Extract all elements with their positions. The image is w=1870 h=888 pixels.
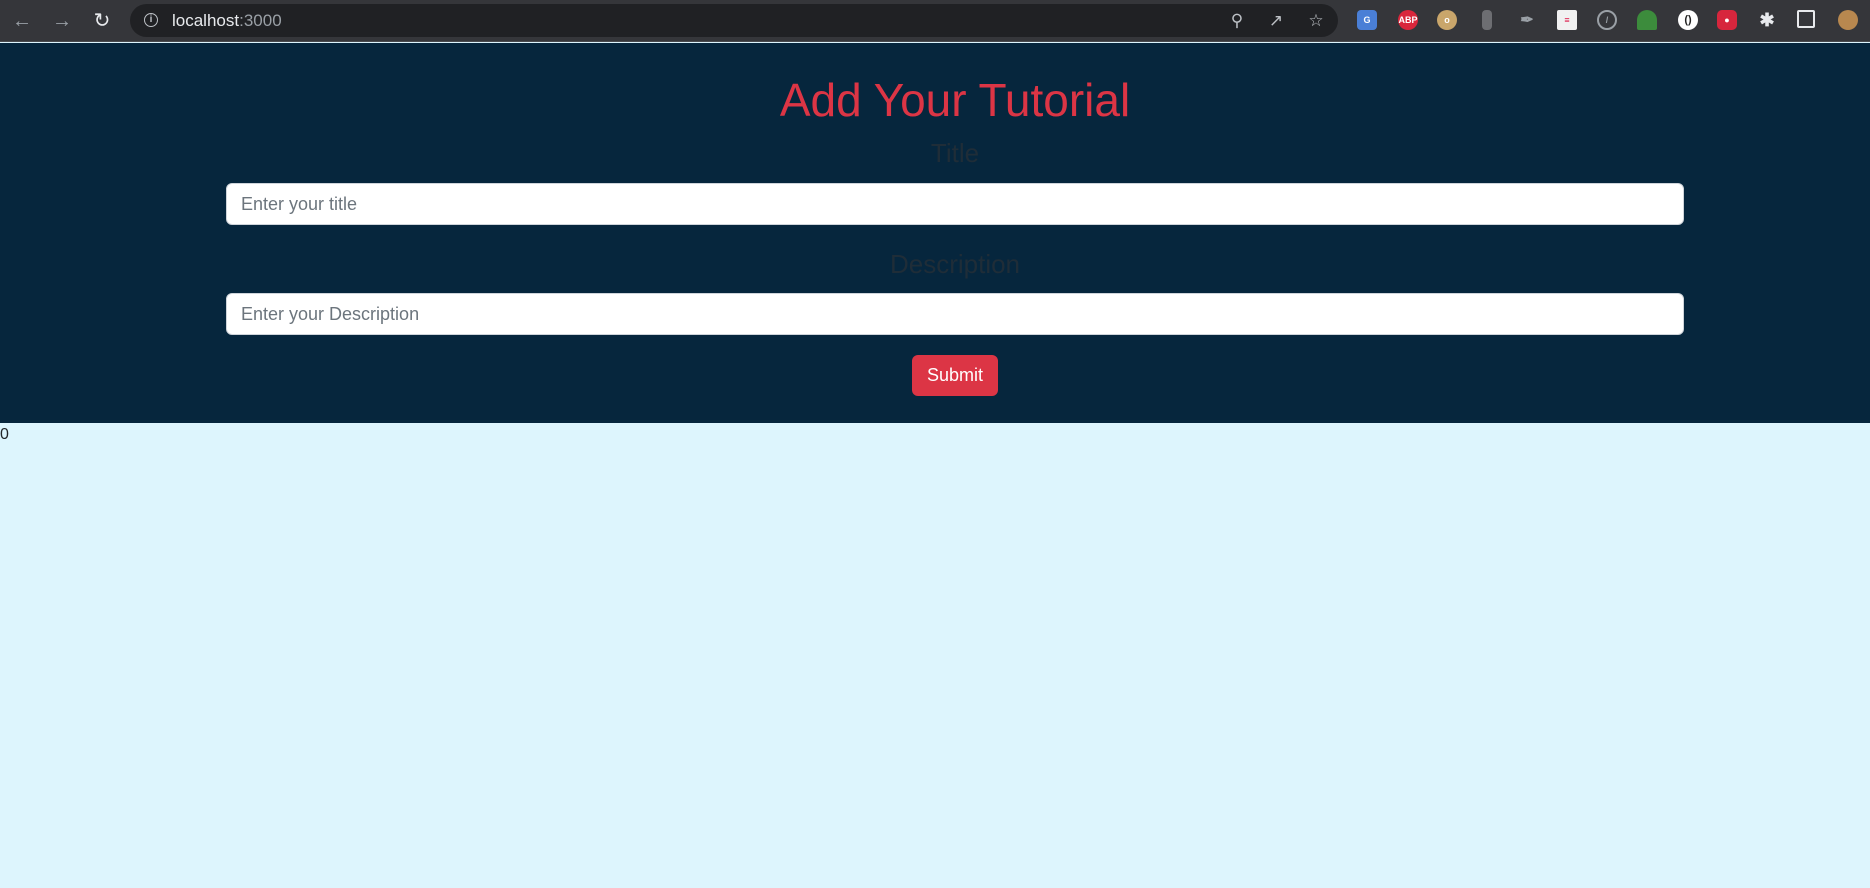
back-icon[interactable]: ← xyxy=(9,8,35,34)
url-text[interactable]: localhost:3000 xyxy=(172,11,282,31)
description-input[interactable] xyxy=(226,293,1684,335)
title-input[interactable] xyxy=(226,183,1684,225)
address-bar[interactable]: i localhost:3000 ⚲ ↗ ☆ xyxy=(130,4,1338,37)
eyedropper-icon[interactable]: ✒ xyxy=(1517,10,1537,30)
adblock-plus-label: ABP xyxy=(1398,15,1418,25)
share-icon[interactable]: ↗ xyxy=(1266,11,1286,31)
counter-text: 0 xyxy=(0,426,9,443)
puzzle-icon[interactable]: ✱ xyxy=(1757,10,1777,30)
submit-button[interactable]: Submit xyxy=(912,355,998,396)
bottle-icon[interactable] xyxy=(1482,10,1492,30)
paw-icon[interactable]: ● xyxy=(1717,10,1737,30)
bookmark-star-icon[interactable]: ☆ xyxy=(1306,11,1326,31)
page-title: Add Your Tutorial xyxy=(779,74,1131,126)
site-info-icon[interactable]: i xyxy=(144,13,158,27)
url-host: localhost xyxy=(172,11,240,30)
reload-icon[interactable]: ↻ xyxy=(89,8,115,34)
title-label: Title xyxy=(930,138,980,168)
compass-icon[interactable]: / xyxy=(1597,10,1617,30)
forward-icon[interactable]: → xyxy=(49,8,75,34)
browser-toolbar: ← → ↻ i localhost:3000 ⚲ ↗ ☆ G ABP o ✒ ≡… xyxy=(0,0,1870,42)
description-label: Description xyxy=(889,249,1021,279)
tree-icon[interactable] xyxy=(1637,10,1657,30)
notes-icon[interactable]: ≡ xyxy=(1557,10,1577,30)
profile-avatar-icon[interactable] xyxy=(1838,10,1858,30)
form-panel: Add Your Tutorial Title Description Subm… xyxy=(0,43,1870,423)
side-panel-icon[interactable] xyxy=(1797,10,1815,28)
adblock-plus-icon[interactable]: ABP xyxy=(1398,10,1418,30)
google-translate-icon[interactable]: G xyxy=(1357,10,1377,30)
circle-icon[interactable]: () xyxy=(1678,10,1698,30)
owl-icon[interactable]: o xyxy=(1437,10,1457,30)
url-port: :3000 xyxy=(239,11,282,30)
zoom-icon[interactable]: ⚲ xyxy=(1227,11,1247,31)
